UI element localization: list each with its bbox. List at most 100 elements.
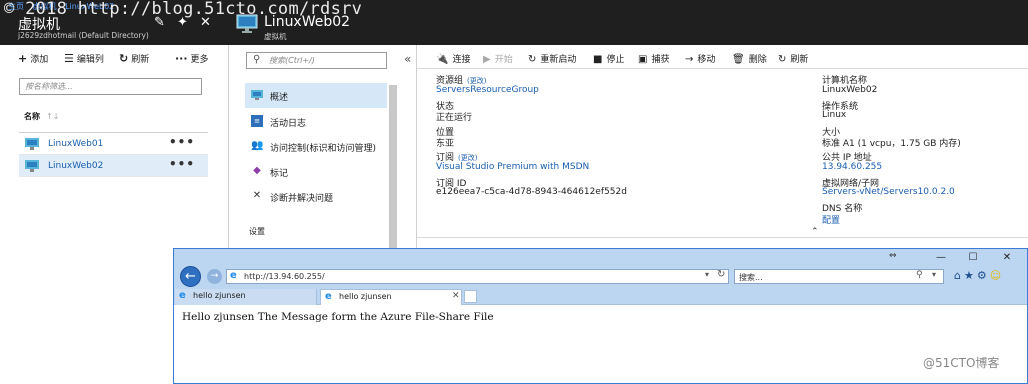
start-button[interactable]: ▶ 开始	[483, 52, 513, 65]
status-value: 正在运行	[436, 113, 473, 123]
address-bar[interactable]: e http://13.94.60.255/ ▾ ↻	[226, 269, 729, 284]
sort-icon: ↑↓	[46, 112, 60, 121]
menu-item-access-control[interactable]: 👥 访问控制(标识和访问管理)	[245, 134, 387, 159]
ie-logo-icon: e	[325, 291, 332, 302]
dropdown-icon[interactable]: ▾	[705, 270, 709, 279]
move-button[interactable]: → 移动	[685, 52, 715, 65]
menu-search-input[interactable]: ⚲ 搜索(Ctrl+/)	[246, 52, 387, 69]
capture-button[interactable]: ▣ 捕获	[638, 52, 669, 65]
refresh-icon[interactable]: ↻	[717, 269, 725, 280]
iam-icon: 👥	[251, 140, 264, 151]
restart-icon: ↻	[528, 54, 537, 65]
capture-icon: ▣	[638, 54, 648, 65]
edit-columns-button[interactable]: ☰ 编辑列	[64, 52, 104, 65]
subscription-value[interactable]: Visual Studio Premium with MSDN	[436, 162, 589, 172]
vm-name[interactable]: LinuxWeb02	[48, 161, 103, 171]
delete-icon: 🗑	[732, 54, 745, 65]
minimize-button[interactable]: —	[927, 252, 955, 263]
resize-icon: ⇔	[889, 251, 897, 261]
vm-row-linuxweb02[interactable]: LinuxWeb02 •••	[19, 155, 208, 177]
restart-button[interactable]: ↻ 重新启动	[528, 52, 576, 65]
refresh-button[interactable]: ↻ 刷新	[119, 52, 149, 65]
activity-log-icon: ≡	[251, 115, 263, 127]
os-value: Linux	[822, 110, 847, 120]
location-value: 东亚	[436, 139, 455, 149]
refresh-icon: ↻	[119, 52, 129, 65]
page-content-text: Hello zjunsen The Message form the Azure…	[182, 311, 494, 323]
blade-controls: ✎ ✦ ✕	[148, 15, 217, 30]
plus-icon: +	[18, 52, 28, 65]
change-resource-group-link[interactable]: (更改)	[467, 77, 486, 85]
menu-section-settings: 设置	[249, 227, 265, 236]
columns-icon: ☰	[64, 52, 74, 65]
filter-by-name-input[interactable]: 按名称筛选...	[19, 78, 202, 95]
menu-item-tags[interactable]: ◆ 标记	[245, 159, 387, 184]
vm-overview-icon	[251, 90, 263, 100]
maximize-icon[interactable]: ✦	[171, 15, 194, 30]
refresh-icon: ↻	[778, 54, 787, 65]
virtual-machine-icon	[25, 138, 39, 150]
tab-hello-zjunsen-2[interactable]: e hello zjunsen ✕	[320, 289, 462, 305]
connect-icon: 🔌	[436, 54, 449, 65]
essentials-divider	[417, 237, 1028, 238]
close-tab-icon[interactable]: ✕	[452, 291, 460, 301]
vnet-value[interactable]: Servers-vNet/Servers10.0.2.0	[822, 187, 955, 197]
home-icon[interactable]: ⌂	[954, 269, 961, 282]
search-icon[interactable]: ⚲	[916, 270, 923, 280]
more-button[interactable]: ··· 更多	[175, 52, 209, 65]
move-icon: →	[685, 54, 694, 65]
stop-button[interactable]: ■ 停止	[593, 52, 624, 65]
vm-blade-title: LinuxWeb02	[264, 14, 351, 30]
virtual-machine-icon	[236, 14, 258, 33]
row-more-icon[interactable]: •••	[169, 135, 195, 149]
close-window-button[interactable]: ✕	[993, 252, 1021, 263]
ie-logo-icon: e	[230, 270, 237, 281]
menu-scrollbar[interactable]	[389, 85, 397, 250]
computer-name-value: LinuxWeb02	[822, 85, 878, 95]
tag-icon: ◆	[253, 165, 261, 176]
stop-icon: ■	[593, 54, 603, 65]
size-value: 标准 A1 (1 vcpu，1.75 GB 内存)	[822, 139, 961, 149]
feedback-smiley-icon[interactable]: ☺	[990, 269, 1001, 282]
vm-row-linuxweb01[interactable]: LinuxWeb01 •••	[19, 133, 208, 155]
ie-toolbar-icons: ⌂ ★ ⚙ ☺	[954, 269, 1004, 282]
wrench-icon: ✕	[252, 190, 262, 201]
source-watermark: @51CTO博客	[923, 356, 1000, 370]
close-blade-icon[interactable]: ✕	[194, 15, 217, 30]
menu-item-overview[interactable]: 概述	[245, 83, 387, 108]
forward-button[interactable]: →	[207, 269, 222, 284]
new-tab-button[interactable]	[464, 290, 477, 303]
refresh-vm-button[interactable]: ↻ 刷新	[778, 52, 808, 65]
vm-name[interactable]: LinuxWeb01	[48, 139, 103, 149]
play-icon: ▶	[483, 54, 491, 65]
connect-button[interactable]: 🔌 连接	[436, 52, 470, 65]
vm-list-blade-subtitle: j2629zdhotmail (Default Directory)	[18, 31, 149, 40]
delete-button[interactable]: 🗑 删除	[732, 52, 767, 65]
search-input[interactable]: 搜索... ⚲ ▾	[734, 269, 944, 284]
pin-icon[interactable]: ✎	[148, 15, 171, 30]
menu-item-diagnose[interactable]: ✕ 诊断并解决问题	[245, 184, 387, 209]
url-text[interactable]: http://13.94.60.255/	[244, 272, 325, 281]
ellipsis-icon: ···	[175, 52, 188, 65]
virtual-machine-icon	[25, 160, 39, 172]
row-more-icon[interactable]: •••	[169, 157, 195, 171]
public-ip-value[interactable]: 13.94.60.255	[822, 162, 882, 172]
favorites-star-icon[interactable]: ★	[964, 269, 974, 282]
resource-group-value[interactable]: ServersResourceGroup	[436, 85, 539, 95]
add-button[interactable]: + 添加	[18, 52, 48, 65]
maximize-button[interactable]: ☐	[959, 252, 987, 263]
menu-item-activity-log[interactable]: ≡ 活动日志	[245, 109, 387, 134]
back-button[interactable]: ←	[180, 266, 201, 287]
tab-hello-zjunsen-1[interactable]: e hello zjunsen	[175, 289, 317, 305]
vm-blade-subtitle: 虚拟机	[264, 32, 287, 41]
gear-icon[interactable]: ⚙	[977, 269, 987, 282]
subscription-id-value: e126eea7-c5ca-4d78-8943-464612ef552d	[436, 187, 627, 197]
search-icon: ⚲	[253, 54, 261, 65]
dropdown-icon[interactable]: ▾	[932, 270, 936, 279]
ie-logo-icon: e	[179, 290, 186, 301]
collapse-essentials-icon[interactable]: ⌃	[811, 227, 819, 237]
change-subscription-link[interactable]: (更改)	[458, 154, 477, 162]
dns-configure-link[interactable]: 配置	[822, 213, 840, 226]
column-header-name[interactable]: 名称 ↑↓	[24, 111, 59, 122]
collapse-menu-icon[interactable]: «	[404, 52, 411, 66]
